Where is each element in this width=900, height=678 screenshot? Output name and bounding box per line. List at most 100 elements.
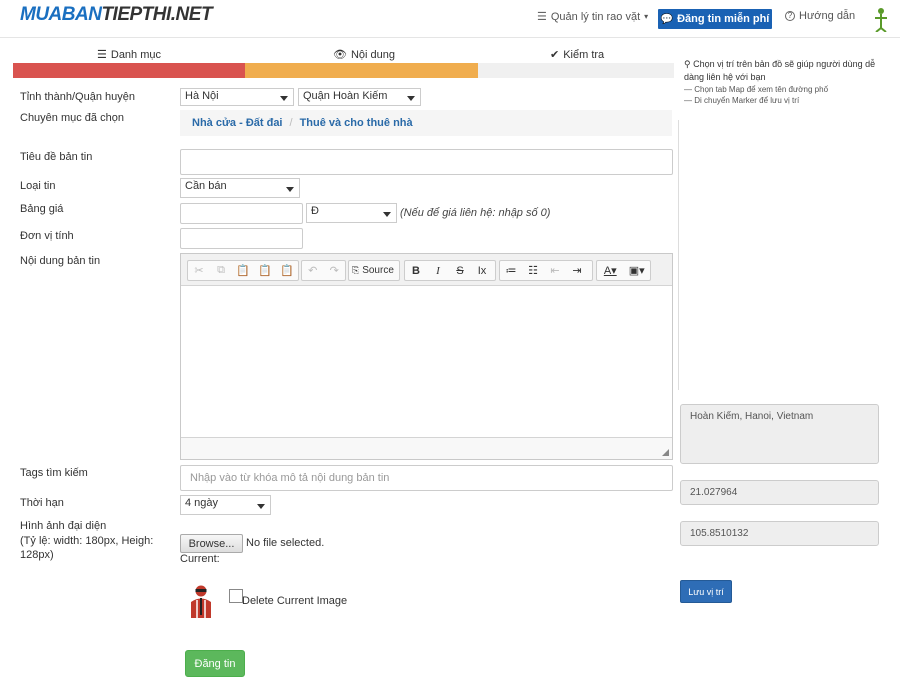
category-breadcrumb: Nhà cửa - Đất đai / Thuê và cho thuê nhà [180,110,672,136]
history-group: ↶ ↷ [301,260,346,281]
breadcrumb-item-current[interactable]: Thuê và cho thuê nhà [300,117,413,129]
chevron-down-icon [280,96,288,101]
post-free-ad-button[interactable]: 💬 Đăng tin miễn phí [658,9,772,29]
price-label: Bảng giá [20,203,64,215]
list-group: ≔ ☷ ⇤ ⇥ [499,260,593,281]
numbered-list-icon[interactable]: ≔ [500,261,522,280]
current-image-label: Current: [180,553,220,565]
price-input[interactable] [180,203,303,224]
help-label: Hướng dẫn [799,10,856,22]
unit-input[interactable] [180,228,303,249]
current-image-thumbnail [191,585,211,618]
delete-image-label: Delete Current Image [242,595,348,607]
map-instruction-text: Chọn vị trí trên bản đồ sẽ giúp người dù… [684,59,876,82]
save-location-button[interactable]: Lưu vị trí [680,580,732,603]
submit-label: Đăng tin [194,657,236,670]
color-group: A▾ ▣▾ [596,260,651,281]
help-icon: ? [785,11,795,21]
tags-placeholder: Nhập vào từ khóa mô tả nội dung bản tin [190,472,390,484]
site-logo[interactable]: MUABANTIEPTHI.NET [20,4,213,26]
district-value: Quận Hoàn Kiếm [303,90,388,102]
step-content-label: Nội dung [350,48,396,61]
title-input[interactable] [180,149,673,175]
bulleted-list-icon[interactable]: ☷ [522,261,544,280]
remove-format-icon[interactable]: Ix [471,261,493,280]
map-marker-icon: ⚲ [684,59,691,69]
indent-icon[interactable]: ⇥ [566,261,588,280]
editor-content-area[interactable] [181,286,672,438]
outdent-icon[interactable]: ⇤ [544,261,566,280]
bold-icon[interactable]: B [405,261,427,280]
district-select[interactable]: Quận Hoàn Kiếm [298,88,421,106]
progress-step-2 [245,63,478,78]
tags-label: Tags tìm kiếm [20,467,88,479]
duration-label: Thời hạn [20,497,64,509]
title-label: Tiêu đề bản tin [20,151,93,163]
redo-icon[interactable]: ↷ [324,261,346,280]
source-label: Source [362,265,394,276]
currency-select[interactable]: Đ [306,203,397,223]
breadcrumb-separator: / [289,117,293,129]
file-status: No file selected. [246,537,325,549]
longitude-value: 105.8510132 [690,528,749,539]
ad-type-value: Cần bán [185,180,227,192]
step-category-label: Danh mục [110,48,162,61]
clipboard-group: ✂ ⧉ 📋 📋 📋 [187,260,299,281]
mascot-icon [875,8,887,32]
list-manage-icon: ☰ [537,11,547,23]
breadcrumb-item-parent[interactable]: Nhà cửa - Đất đai [192,117,283,129]
source-icon: ⎘ [352,265,360,275]
paste-word-icon[interactable]: 📋 [276,261,298,280]
price-hint: (Nếu để giá liên hệ: nhập số 0) [400,207,551,219]
paste-icon[interactable]: 📋 [232,261,254,280]
save-location-label: Lưu vị trí [688,586,724,597]
cut-icon[interactable]: ✂ [188,261,210,280]
image-hint: (Tỷ lệ: width: 180px, Heigh: 128px) [20,535,154,561]
help-link[interactable]: ? Hướng dẫn [785,10,855,22]
content-label: Nội dung bản tin [20,255,101,267]
caret-down-icon: ▾ [644,12,649,21]
map-tip-1: — Chọn tab Map để xem tên đường phố [684,85,829,94]
delete-image-checkbox[interactable] [229,589,243,603]
copy-icon[interactable]: ⧉ [210,261,232,280]
duration-select[interactable]: 4 ngày [180,495,271,515]
chevron-down-icon [257,504,265,509]
duration-value: 4 ngày [185,497,219,509]
post-free-ad-label: Đăng tin miễn phí [677,13,770,25]
latitude-value: 21.027964 [690,487,738,498]
browse-label: Browse... [188,537,235,550]
step-review[interactable]: ✔ Kiểm tra [550,48,604,62]
undo-icon[interactable]: ↶ [302,261,324,280]
text-color-icon[interactable]: A▾ [597,261,624,280]
address-field[interactable]: Hoàn Kiếm, Hanoi, Vietnam [680,404,879,464]
logo-text-part1: MUABAN [20,4,102,25]
manage-ads-menu[interactable]: ☰ Quản lý tin rao vặt ▾ [537,10,649,24]
map-instructions: ⚲ Chọn vị trí trên bản đồ sẽ giúp người … [684,58,894,106]
currency-value: Đ [311,205,319,217]
editor-toolbar: ✂ ⧉ 📋 📋 📋 ↶ ↷ ⎘ Source B I S Ix ≔ ☷ ⇤ ⇥ … [181,254,672,286]
top-header: MUABANTIEPTHI.NET ☰ Quản lý tin rao vặt … [0,0,900,38]
longitude-field[interactable]: 105.8510132 [680,521,879,546]
comment-icon: 💬 [660,13,674,25]
unit-label: Đơn vị tính [20,230,74,242]
ad-type-select[interactable]: Cần bán [180,178,300,198]
italic-icon[interactable]: I [427,261,449,280]
submit-button[interactable]: Đăng tin [185,650,245,677]
manage-ads-label: Quản lý tin rao vặt [550,10,641,23]
chevron-down-icon [286,187,294,192]
source-button[interactable]: ⎘ Source [348,260,400,281]
basic-style-group: B I S Ix [404,260,496,281]
map-tip-2: — Di chuyển Marker để lưu vị trí [684,96,800,105]
step-category[interactable]: ☰ Danh mục [97,48,162,62]
step-content[interactable]: 👁 Nội dung [333,48,396,62]
strike-icon[interactable]: S [449,261,471,280]
browse-button[interactable]: Browse... [180,534,243,553]
tags-input[interactable]: Nhập vào từ khóa mô tả nội dung bản tin [180,465,673,491]
resize-handle-icon[interactable] [662,449,669,456]
background-color-icon[interactable]: ▣▾ [624,261,651,280]
province-value: Hà Nội [185,90,219,102]
province-select[interactable]: Hà Nội [180,88,294,106]
progress-step-1 [13,63,245,78]
paste-text-icon[interactable]: 📋 [254,261,276,280]
latitude-field[interactable]: 21.027964 [680,480,879,505]
